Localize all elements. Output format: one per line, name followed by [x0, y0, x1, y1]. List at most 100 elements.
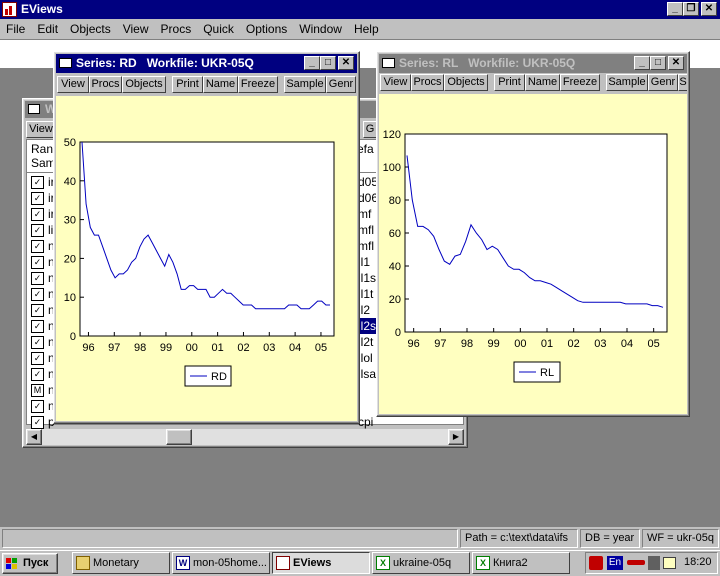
task-label: EViews — [293, 557, 332, 569]
task-eviews[interactable]: EViews — [272, 552, 370, 574]
genr-button[interactable]: Genr — [326, 76, 356, 93]
menu-file[interactable]: File — [0, 19, 31, 39]
legend-label: RD — [211, 371, 227, 383]
tray-monitor-icon[interactable] — [663, 557, 676, 569]
minimize-button[interactable]: _ — [634, 56, 650, 70]
procs-button[interactable]: Procs — [89, 76, 122, 93]
menu-help[interactable]: Help — [348, 19, 385, 39]
x-tick-label: 98 — [461, 338, 473, 350]
scroll-thumb[interactable] — [166, 429, 192, 445]
menu-options[interactable]: Options — [240, 19, 293, 39]
window-icon — [382, 58, 395, 68]
status-wf: WF = ukr-05q — [642, 529, 719, 548]
x-tick-label: 01 — [541, 338, 553, 350]
tray-clock: 18:20 — [684, 556, 712, 568]
objects-button[interactable]: Objects — [122, 76, 166, 93]
rl-line-chart: 0 20 40 60 80 100 120 96 97 98 99 00 01 02 03 04 05 RL — [383, 129, 668, 383]
list-item-right-label: mf — [358, 207, 372, 221]
x-tick-label: 03 — [594, 338, 606, 350]
task-word-doc[interactable]: Wmon-05home... — [172, 552, 270, 574]
start-label: Пуск — [23, 557, 49, 569]
x-tick-label: 00 — [186, 342, 198, 354]
series-rl-title-bar[interactable]: Series: RL Workfile: UKR-05Q _ □ ✕ — [379, 54, 687, 73]
tray-volume-icon[interactable] — [648, 556, 660, 570]
series-icon: ✓ — [31, 288, 44, 302]
window-icon — [59, 58, 72, 68]
list-item-right-label: il2s — [358, 318, 377, 334]
series-rd-title: Series: RD Workfile: UKR-05Q — [76, 56, 254, 70]
series-rl-window[interactable]: Series: RL Workfile: UKR-05Q _ □ ✕ View … — [376, 51, 690, 417]
y-tick-label: 20 — [389, 294, 401, 306]
x-tick-label: 96 — [408, 338, 420, 350]
y-tick-label: 0 — [70, 331, 76, 343]
series-rd-chart-area: 0 10 20 30 40 50 96 97 98 99 00 01 02 03 04 05 RD — [56, 96, 357, 421]
close-button[interactable]: ✕ — [668, 56, 684, 70]
task-monetary[interactable]: Monetary — [72, 552, 170, 574]
task-label: Книга2 — [493, 557, 528, 569]
procs-button[interactable]: Procs — [411, 74, 444, 91]
tray-shield-icon[interactable] — [589, 556, 603, 570]
x-tick-label: 97 — [434, 338, 446, 350]
name-button[interactable]: Name — [525, 74, 560, 91]
tray-language-indicator[interactable]: En — [607, 556, 623, 570]
print-button[interactable]: Print — [494, 74, 525, 91]
task-ukraine-excel[interactable]: Xukraine-05q — [372, 552, 470, 574]
matrix-icon: M — [31, 384, 44, 398]
start-button[interactable]: Пуск — [2, 553, 58, 574]
app-title-bar[interactable]: EViews _ ❐ ✕ — [0, 0, 720, 19]
x-tick-label: 01 — [212, 342, 224, 354]
series-icon: ✓ — [31, 368, 44, 382]
view-button[interactable]: View — [57, 76, 89, 93]
workfile-view-button[interactable]: View — [26, 121, 56, 138]
menu-edit[interactable]: Edit — [31, 19, 64, 39]
list-item-right-label: il2t — [358, 335, 374, 349]
close-button[interactable]: ✕ — [338, 56, 354, 70]
menu-procs[interactable]: Procs — [155, 19, 198, 39]
menu-window[interactable]: Window — [293, 19, 348, 39]
name-button[interactable]: Name — [203, 76, 238, 93]
restore-button[interactable]: ❐ — [683, 2, 699, 16]
series-rd-title-bar[interactable]: Series: RD Workfile: UKR-05Q _ □ ✕ — [56, 54, 357, 73]
series-icon: ✓ — [31, 304, 44, 318]
series-rl-toolbar: View Procs Objects Print Name Freeze Sam… — [379, 74, 687, 92]
sample-button[interactable]: Sample — [606, 74, 648, 91]
workfile-hscrollbar[interactable]: ◀ ▶ — [26, 429, 464, 445]
maximize-button[interactable]: □ — [320, 56, 336, 70]
y-tick-label: 30 — [64, 215, 76, 227]
menu-objects[interactable]: Objects — [64, 19, 117, 39]
genr-button[interactable]: Genr — [648, 74, 678, 91]
menu-view[interactable]: View — [117, 19, 155, 39]
print-button[interactable]: Print — [172, 76, 203, 93]
window-icon — [28, 104, 40, 114]
y-tick-label: 40 — [64, 176, 76, 188]
plot-area — [404, 133, 668, 333]
view-button[interactable]: View — [380, 74, 411, 91]
stats-button[interactable]: S — [678, 74, 687, 91]
menu-quick[interactable]: Quick — [197, 19, 240, 39]
x-tick-label: 99 — [160, 342, 172, 354]
task-kniga2-excel[interactable]: X Книга2 — [472, 552, 570, 574]
objects-button[interactable]: Objects — [444, 74, 488, 91]
x-tick-label: 04 — [289, 342, 301, 354]
x-tick-label: 03 — [263, 342, 275, 354]
x-tick-label: 96 — [82, 342, 94, 354]
workfile-genr-button[interactable]: G — [363, 121, 377, 138]
folder-icon — [76, 556, 90, 570]
list-item-right-label: mfl — [358, 239, 374, 253]
sample-button[interactable]: Sample — [284, 76, 326, 93]
series-rd-window[interactable]: Series: RD Workfile: UKR-05Q _ □ ✕ View … — [53, 51, 360, 424]
minimize-button[interactable]: _ — [304, 56, 320, 70]
series-icon: ✓ — [31, 336, 44, 350]
series-icon: ✓ — [31, 352, 44, 366]
rd-line-chart: 0 10 20 30 40 50 96 97 98 99 00 01 02 03 04 05 RD — [64, 137, 335, 387]
minimize-button[interactable]: _ — [667, 2, 683, 16]
maximize-button[interactable]: □ — [650, 56, 666, 70]
freeze-button[interactable]: Freeze — [560, 74, 600, 91]
series-icon: ✓ — [31, 240, 44, 254]
freeze-button[interactable]: Freeze — [238, 76, 278, 93]
scroll-left-arrow-icon[interactable]: ◀ — [26, 429, 42, 445]
x-tick-label: 97 — [108, 342, 120, 354]
tray-network-icon[interactable] — [627, 560, 645, 565]
scroll-right-arrow-icon[interactable]: ▶ — [448, 429, 464, 445]
close-button[interactable]: ✕ — [701, 2, 717, 16]
